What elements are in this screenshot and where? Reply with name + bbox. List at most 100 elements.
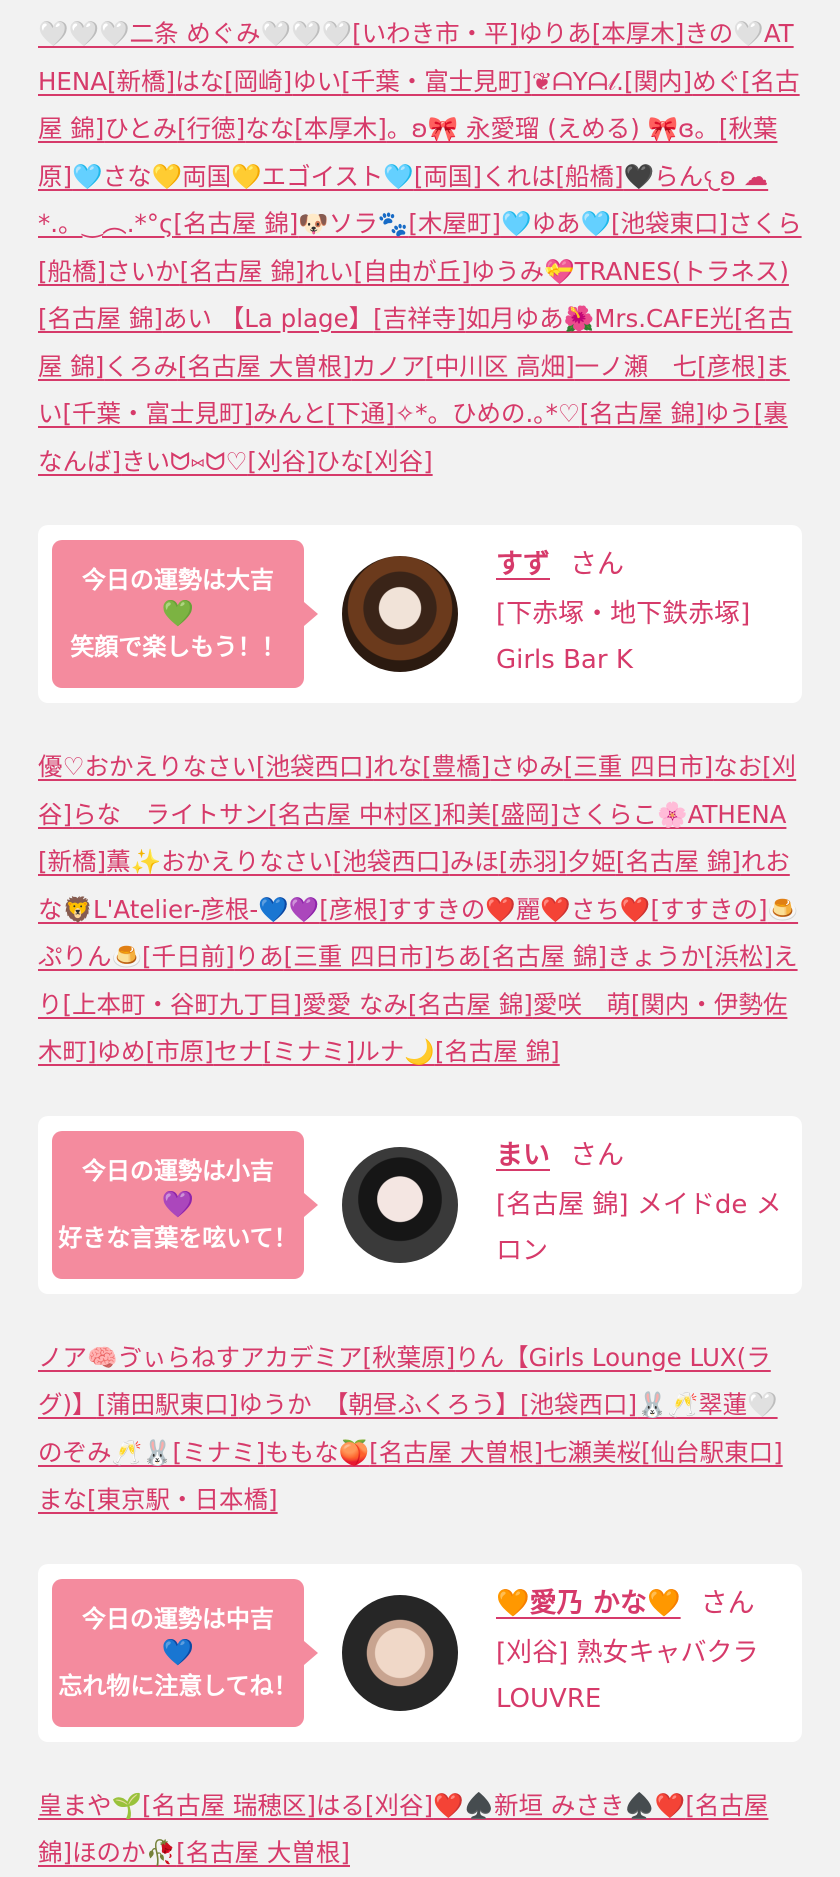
area-link[interactable]: [彦根] [697,352,765,381]
girl-name-link[interactable]: 優♡おかえりなさい [38,752,256,781]
girl-name-link[interactable]: れな [373,752,422,781]
girl-name-link[interactable]: 🤍🤍🤍二条 めぐみ🤍🤍🤍 [38,19,352,48]
area-link[interactable]: [新橋] [38,847,106,876]
girl-name-link[interactable]: すすきの❤️麗❤️さち❤️ [387,895,650,924]
girl-name-link[interactable]: 一ノ瀬 七 [575,352,698,381]
area-link[interactable]: [刈谷] [365,1791,433,1820]
girl-name-link[interactable]: ルナ🌙 [355,1037,435,1066]
girl-name-link[interactable]: ゆうか 【朝昼ふくろう】 [238,1390,520,1419]
area-link[interactable]: [ミナミ] [173,1438,266,1467]
girl-name-link[interactable]: 如月ゆあ🌺Mrs.CAFE光 [466,304,734,333]
area-link[interactable]: [本厚木] [294,114,387,143]
girl-name-link[interactable]: 🩵さな💛両国💛エゴイスト🩵 [72,162,414,191]
girl-name-link[interactable]: ゆい [292,67,341,96]
avatar[interactable] [342,1594,458,1711]
girl-name-link[interactable]: カノア [352,352,426,381]
area-link[interactable]: [浜松] [705,942,773,971]
area-link[interactable]: [上本町・谷町九丁目] [63,990,303,1019]
girl-name-link[interactable]: くれは [482,162,556,191]
area-link[interactable]: [船橋] [555,162,623,191]
profile-name-link[interactable]: まい [496,1140,550,1171]
girl-name-link[interactable]: 和美 [442,800,491,829]
area-link[interactable]: [千葉・富士見町] [341,67,532,96]
area-link[interactable]: [刈谷] [247,447,315,476]
girl-name-link[interactable]: ちあ [433,942,482,971]
girl-name-link[interactable]: くろみ [104,352,178,381]
girl-name-link[interactable]: 皇まや🌱 [38,1791,142,1820]
area-link[interactable]: [名古屋 錦] [180,257,305,286]
area-link[interactable]: [名古屋 中村区] [268,800,442,829]
area-link[interactable]: [池袋東口] [611,209,728,238]
girl-name-link[interactable]: さゆみ [490,752,564,781]
girl-name-link[interactable]: 🩵ゆあ🩵 [501,209,611,238]
girl-name-link[interactable]: りあ [235,942,284,971]
girl-name-link[interactable]: みんと [253,399,327,428]
area-link[interactable]: [名古屋 錦] [482,942,607,971]
area-link[interactable]: [下通] [327,399,395,428]
profile-name-link[interactable]: 🧡愛乃 かな🧡 [496,1588,681,1619]
girl-name-link[interactable]: ノア🧠ゔぃらねすアカデミア [38,1343,363,1372]
area-link[interactable]: [三重 四日市] [284,942,433,971]
area-link[interactable]: [名古屋 錦] [616,847,741,876]
area-link[interactable]: [千日前] [142,942,235,971]
girl-name-link[interactable]: 夕姫 [567,847,616,876]
girl-name-link[interactable]: なお [713,752,762,781]
girl-name-link[interactable]: 愛咲 萌 [533,990,631,1019]
girl-name-link[interactable]: ひな [316,447,365,476]
area-link[interactable]: [名古屋 錦] [173,209,298,238]
area-link[interactable]: [すすきの] [650,895,767,924]
area-link[interactable]: [名古屋 大曽根] [178,352,352,381]
girl-name-link[interactable]: みほ [450,847,499,876]
girl-name-link[interactable]: きょうか [607,942,705,971]
girl-name-link[interactable]: ❦ᗩYᗩ𝓁. [532,67,624,96]
girl-name-link[interactable]: さいか [106,257,180,286]
girl-name-link[interactable]: セナ [214,1037,263,1066]
profile-name-link[interactable]: すず [496,549,550,580]
area-link[interactable]: [関内] [624,67,692,96]
area-link[interactable]: [市原] [146,1037,214,1066]
girl-name-link[interactable]: れい [305,257,354,286]
area-link[interactable]: [盛岡] [491,800,559,829]
area-link[interactable]: [両国] [414,162,482,191]
area-link[interactable]: [蒲田駅東口] [97,1390,239,1419]
area-link[interactable]: [名古屋 錦] [435,1037,560,1066]
girl-name-link[interactable]: はな [175,67,224,96]
girl-name-link[interactable]: 愛愛 なみ [302,990,408,1019]
area-link[interactable]: [名古屋 瑞穂区] [142,1791,316,1820]
area-link[interactable]: [行徳] [177,114,245,143]
girl-name-link[interactable]: なな [245,114,294,143]
area-link[interactable]: [池袋西口] [520,1390,637,1419]
girl-name-link[interactable]: 🐶ソラ🐾 [298,209,408,238]
girl-name-link[interactable]: ゆりあ [518,19,592,48]
area-link[interactable]: [名古屋 錦] [580,399,705,428]
girl-name-link[interactable]: 薫✨おかえりなさい [106,847,333,876]
girl-name-link[interactable]: ゆめ [97,1037,146,1066]
area-link[interactable]: [秋葉原] [363,1343,456,1372]
area-link[interactable]: [池袋西口] [256,752,373,781]
area-link[interactable]: [岡崎] [224,67,292,96]
area-link[interactable]: [赤羽] [499,847,567,876]
girl-name-link[interactable]: はる [316,1791,365,1820]
area-link[interactable]: [彦根] [319,895,387,924]
area-link[interactable]: [木屋町] [408,209,501,238]
girl-name-link[interactable]: まな [38,1485,87,1514]
girl-name-link[interactable]: ゆうみ💝TRANES(トラネス) [471,257,789,286]
area-link[interactable]: [刈谷] [365,447,433,476]
girl-name-link[interactable]: めぐ [692,67,741,96]
girl-name-link[interactable]: あい 【La plage】 [163,304,373,333]
girl-name-link[interactable]: 七瀬美桜 [543,1438,641,1467]
avatar[interactable] [342,556,458,672]
area-link[interactable]: [自由が丘] [354,257,471,286]
area-link[interactable]: [名古屋 錦] [408,990,533,1019]
girl-name-link[interactable]: さくらこ🌸ATHENA [559,800,786,829]
area-link[interactable]: [新橋] [107,67,175,96]
area-link[interactable]: [船橋] [38,257,106,286]
area-link[interactable]: [池袋西口] [333,847,450,876]
girl-name-link[interactable]: 。ʚ🎀 永愛瑠 (えめる) 🎀ɞ。 [387,114,719,143]
area-link[interactable]: [名古屋 大曽根] [369,1438,543,1467]
girl-name-link[interactable]: きいᗢ⑅ᗢ♡ [121,447,247,476]
girl-name-link[interactable]: ゆう [705,399,754,428]
avatar[interactable] [342,1146,458,1263]
area-link[interactable]: [名古屋 大曽根] [176,1838,350,1867]
area-link[interactable]: [豊橋] [422,752,490,781]
